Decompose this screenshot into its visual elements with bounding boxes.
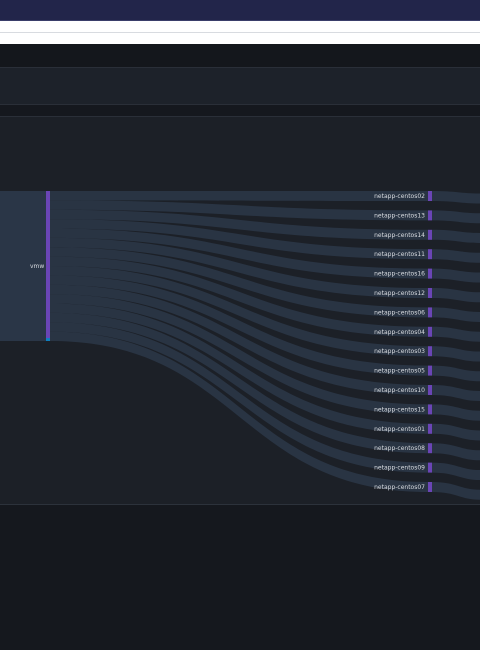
target-label: netapp-centos01 <box>374 426 425 433</box>
target-node-netapp-centos15[interactable] <box>428 404 432 415</box>
flow-out-netapp-centos16[interactable] <box>432 268 480 283</box>
target-label: netapp-centos08 <box>374 445 425 452</box>
target-label: netapp-centos14 <box>374 232 425 239</box>
flow-out-netapp-centos01[interactable] <box>432 423 480 441</box>
flow-out-netapp-centos05[interactable] <box>432 365 480 382</box>
target-node-netapp-centos16[interactable] <box>428 268 432 279</box>
source-label: vmw <box>30 263 44 270</box>
flow-out-netapp-centos12[interactable] <box>432 288 480 303</box>
target-label: netapp-centos13 <box>374 212 425 219</box>
target-node-netapp-centos03[interactable] <box>428 346 432 357</box>
target-label: netapp-centos04 <box>374 329 425 336</box>
target-node-netapp-centos10[interactable] <box>428 385 432 395</box>
target-node-netapp-centos04[interactable] <box>428 326 432 337</box>
target-node-netapp-centos12[interactable] <box>428 288 432 298</box>
flow-out-netapp-centos04[interactable] <box>432 326 480 342</box>
source-node-vmw[interactable] <box>46 191 50 341</box>
flow-out-netapp-centos07[interactable] <box>432 482 480 500</box>
target-label: netapp-centos09 <box>374 465 425 472</box>
target-node-netapp-centos13[interactable] <box>428 210 432 221</box>
target-label: netapp-centos07 <box>374 484 425 491</box>
sankey-chart: netapp-centos02 netapp-centos13 netapp-cen… <box>0 191 480 500</box>
flow-out-netapp-centos10[interactable] <box>432 385 480 401</box>
target-label: netapp-centos10 <box>374 387 425 394</box>
flow-out-netapp-centos09[interactable] <box>432 462 480 480</box>
flow-out-netapp-centos15[interactable] <box>432 404 480 421</box>
target-node-netapp-centos08[interactable] <box>428 443 432 454</box>
target-node-netapp-centos11[interactable] <box>428 249 432 260</box>
target-label: netapp-centos16 <box>374 271 425 278</box>
target-label: netapp-centos02 <box>374 193 425 200</box>
target-node-netapp-centos07[interactable] <box>428 482 432 492</box>
target-label: netapp-centos03 <box>374 348 425 355</box>
target-label: netapp-centos12 <box>374 290 425 297</box>
flow-out-netapp-centos02[interactable] <box>432 191 480 204</box>
target-label: netapp-centos06 <box>374 309 425 316</box>
flow-out-netapp-centos13[interactable] <box>432 210 480 224</box>
target-node-netapp-centos06[interactable] <box>428 307 432 318</box>
target-node-netapp-centos09[interactable] <box>428 462 432 473</box>
flow-out-netapp-centos08[interactable] <box>432 443 480 461</box>
flow-out-netapp-centos03[interactable] <box>432 346 480 362</box>
target-node-netapp-centos02[interactable] <box>428 191 432 201</box>
flow-out-netapp-centos06[interactable] <box>432 307 480 322</box>
flow-netapp-centos02[interactable] <box>50 191 428 201</box>
target-node-netapp-centos05[interactable] <box>428 365 432 376</box>
flow-out-netapp-centos11[interactable] <box>432 249 480 263</box>
source-node-accent <box>46 338 50 341</box>
target-label: netapp-centos11 <box>374 251 425 258</box>
target-label: netapp-centos05 <box>374 368 425 375</box>
target-node-netapp-centos14[interactable] <box>428 229 432 240</box>
target-node-netapp-centos01[interactable] <box>428 423 432 434</box>
target-label: netapp-centos15 <box>374 406 425 413</box>
flow-out-netapp-centos14[interactable] <box>432 229 480 243</box>
